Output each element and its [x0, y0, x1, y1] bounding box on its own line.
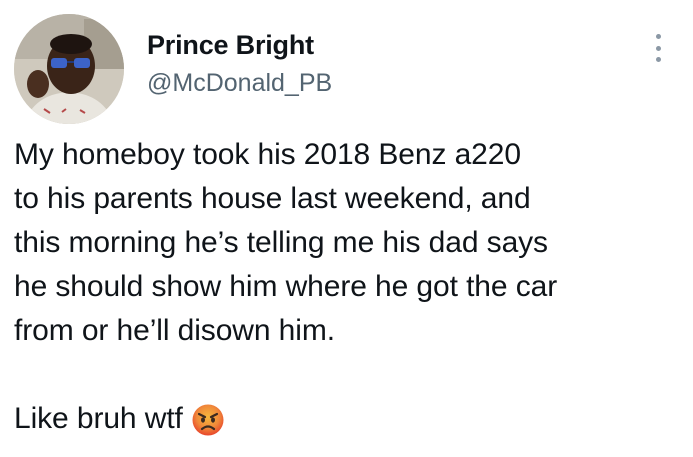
more-dot: [655, 34, 661, 39]
author-display-name[interactable]: Prince Bright: [147, 30, 314, 61]
tweet-card: Prince Bright @McDonald_PB My homeboy to…: [0, 0, 693, 457]
avatar-photo: [14, 14, 124, 124]
tweet-final-text: Like bruh wtf: [14, 402, 183, 435]
more-dot: [655, 45, 661, 51]
angry-face-icon: [191, 403, 225, 437]
author-handle[interactable]: @McDonald_PB: [147, 69, 332, 98]
tweet-text: My homeboy took his 2018 Benz a220 to hi…: [14, 133, 684, 441]
tweet-line: from or he’ll disown him.: [14, 314, 335, 347]
tweet-line: My homeboy took his 2018 Benz a220: [14, 138, 521, 171]
author-avatar[interactable]: [14, 14, 124, 124]
more-dot: [655, 57, 661, 62]
tweet-final-line: Like bruh wtf: [14, 397, 684, 441]
tweet-line: this morning he’s telling me his dad say…: [14, 226, 548, 259]
tweet-line: he should show him where he got the car: [14, 270, 558, 303]
more-vertical-icon[interactable]: [646, 26, 670, 70]
tweet-line: to his parents house last weekend, and: [14, 182, 531, 215]
